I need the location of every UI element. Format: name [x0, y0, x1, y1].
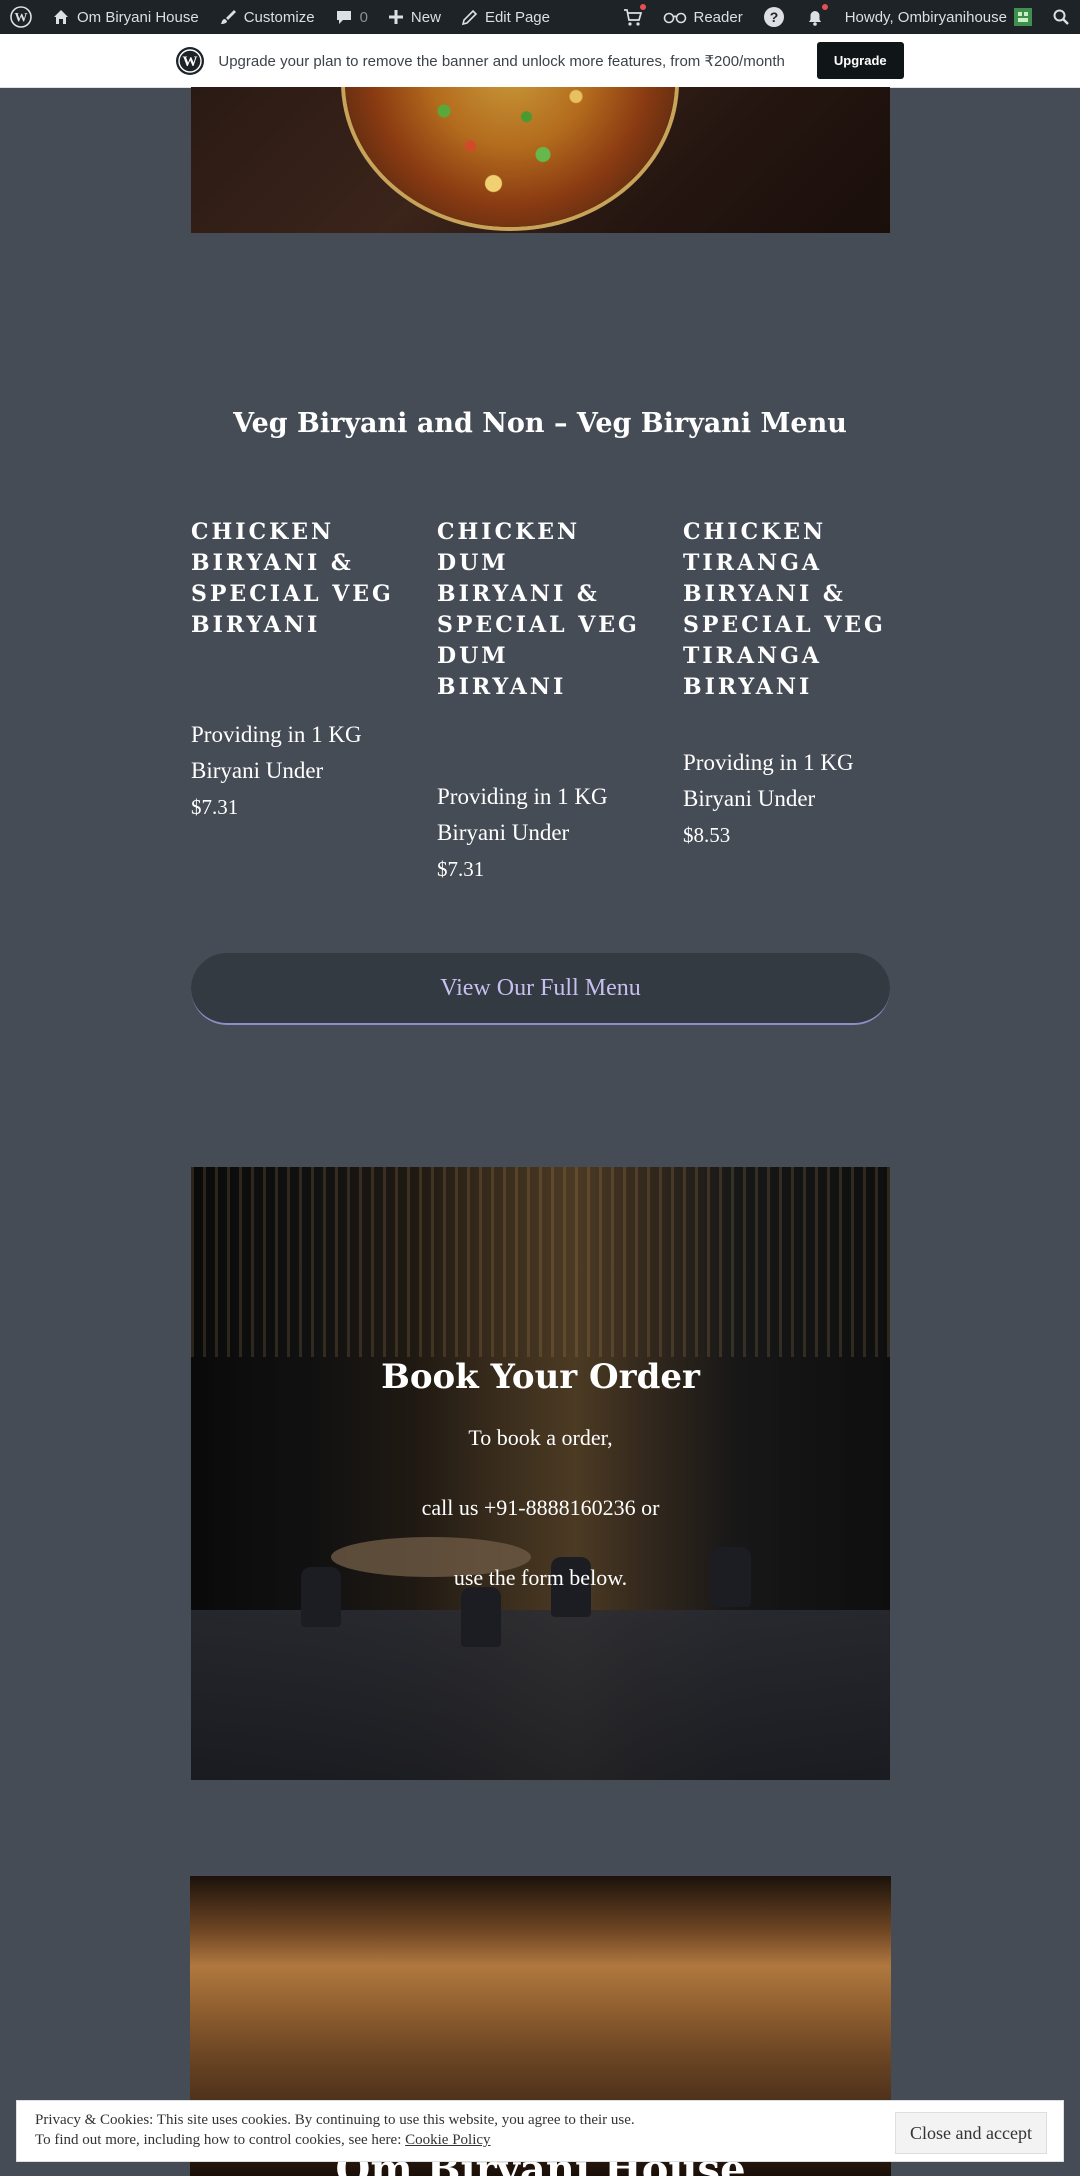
reader-link[interactable]: Reader: [653, 0, 753, 34]
menu-item-description: Providing in 1 KG Biryani Under: [437, 784, 608, 845]
menu-item-description: Providing in 1 KG Biryani Under: [191, 722, 362, 783]
cookie-banner: Privacy & Cookies: This site uses cookie…: [16, 2100, 1064, 2162]
brush-icon: [220, 10, 236, 24]
book-order-form-text: use the form below.: [453, 1565, 628, 1590]
svg-text:W: W: [15, 10, 28, 25]
restaurant-ceiling: [191, 1167, 890, 1357]
help-icon: ?: [763, 7, 784, 27]
wordpress-icon: W: [176, 46, 205, 75]
admin-bar: W Om Biryani House Customize 0 New Edit …: [0, 0, 1080, 34]
cookie-text-line1: Privacy & Cookies: This site uses cookie…: [35, 2112, 635, 2128]
customize-label: Customize: [243, 8, 315, 26]
howdy-label: Howdy, Ombiryanihouse: [844, 8, 1007, 26]
edit-page-link[interactable]: Edit Page: [451, 0, 560, 34]
menu-item: Chicken Tiranga Biryani & Special Veg Ti…: [683, 517, 893, 853]
site-name-label: Om Biryani House: [77, 8, 199, 26]
menu-item-price: $7.31: [191, 795, 239, 819]
help-link[interactable]: ?: [753, 0, 795, 34]
book-order-section: Book Your Order To book a order, call us…: [191, 1167, 890, 1780]
svg-text:W: W: [183, 54, 198, 70]
menu-title: Veg Biryani and Non – Veg Biryani Menu: [233, 408, 847, 439]
cart-icon: [623, 4, 646, 27]
account-menu[interactable]: Howdy, Ombiryanihouse: [835, 0, 1042, 34]
upgrade-button[interactable]: Upgrade: [816, 42, 904, 79]
new-label: New: [410, 8, 441, 26]
menu-item-name: Chicken Biryani & Special Veg Biryani: [191, 519, 394, 638]
comments-count: 0: [359, 8, 368, 26]
avatar: [1014, 8, 1032, 26]
view-full-menu-button[interactable]: View Our Full Menu: [191, 953, 890, 1025]
edit-page-label: Edit Page: [484, 8, 550, 26]
new-content-link[interactable]: New: [378, 0, 451, 34]
menu-item-price: $7.31: [437, 857, 485, 881]
book-order-title: Book Your Order: [381, 1357, 700, 1397]
cookie-text-line2: To find out more, including how to contr…: [35, 2132, 402, 2148]
bowl-graphic: [345, 87, 675, 227]
search-link[interactable]: [1042, 0, 1080, 34]
pencil-icon: [461, 9, 478, 25]
close-and-accept-button[interactable]: Close and accept: [895, 2112, 1047, 2154]
menu-item-price: $8.53: [683, 823, 731, 847]
comment-icon: [336, 11, 351, 24]
cookie-policy-link[interactable]: Cookie Policy: [405, 2132, 490, 2148]
cookie-text: Privacy & Cookies: This site uses cookie…: [35, 2110, 635, 2150]
notifications-link[interactable]: [795, 0, 835, 34]
book-order-content: Book Your Order To book a order, call us…: [191, 1357, 890, 1635]
menu-item: Chicken Dum Biryani & Special Veg Dum Bi…: [437, 517, 647, 887]
svg-text:?: ?: [769, 9, 778, 25]
biryani-bowl-image: [191, 87, 890, 233]
home-icon: [54, 10, 68, 24]
menu-item: Chicken Biryani & Special Veg Biryani Pr…: [191, 517, 401, 825]
upgrade-banner-text: Upgrade your plan to remove the banner a…: [218, 52, 785, 70]
wordpress-logo-menu[interactable]: W: [0, 0, 42, 34]
customize-link[interactable]: Customize: [209, 0, 325, 34]
menu-item-name: Chicken Tiranga Biryani & Special Veg Ti…: [683, 519, 886, 700]
reader-label: Reader: [693, 8, 743, 26]
book-order-text: To book a order,: [468, 1425, 613, 1450]
wordpress-icon: W: [10, 6, 32, 28]
glasses-icon: [663, 12, 686, 24]
book-order-phone-text: call us +91-8888160236 or: [421, 1495, 660, 1520]
restaurant-floor: [191, 1610, 890, 1780]
menu-item-description: Providing in 1 KG Biryani Under: [683, 750, 854, 811]
bell-icon: [805, 4, 828, 27]
upgrade-banner: W Upgrade your plan to remove the banner…: [0, 34, 1080, 88]
site-name-link[interactable]: Om Biryani House: [42, 0, 209, 34]
comments-link[interactable]: 0: [325, 0, 378, 34]
search-icon: [1053, 9, 1069, 25]
plus-icon: [388, 10, 403, 24]
menu-item-name: Chicken Dum Biryani & Special Veg Dum Bi…: [437, 519, 640, 700]
cart-link[interactable]: [613, 0, 653, 34]
